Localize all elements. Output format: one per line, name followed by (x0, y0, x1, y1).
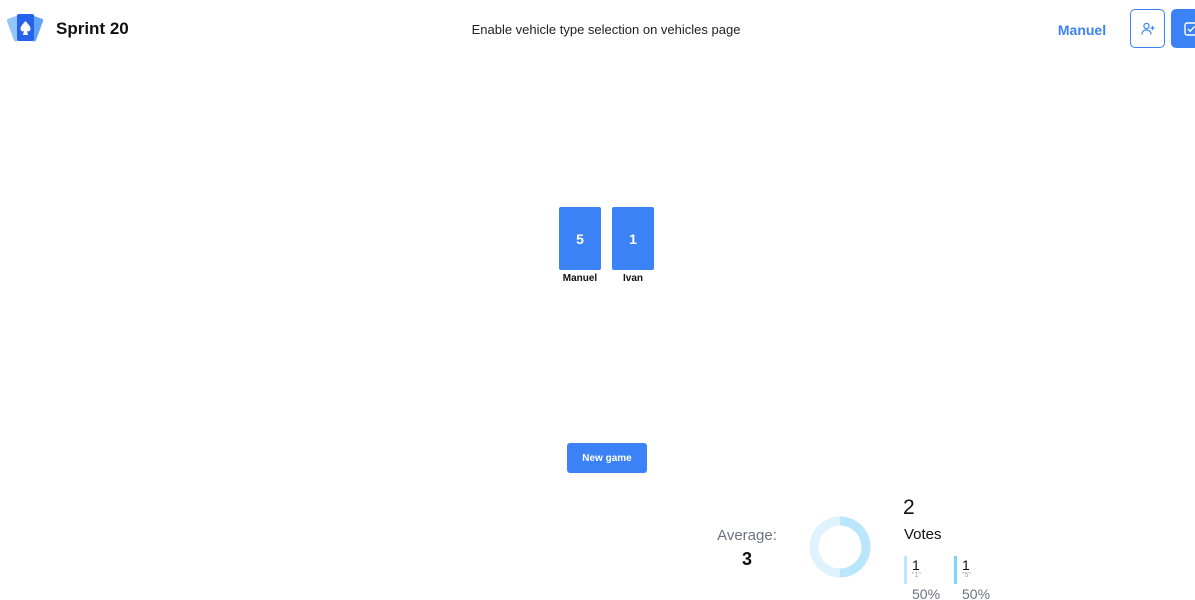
vote-stat-percent: 50% (962, 586, 991, 600)
current-story-title: Enable vehicle type selection on vehicle… (471, 22, 741, 37)
vote-stat-count: 1 (962, 557, 970, 573)
average-label: Average: (717, 527, 777, 544)
vote-stat-bar (904, 556, 907, 584)
vote-stat-key: "1" (912, 572, 921, 579)
votes-count: 2 (903, 496, 915, 519)
vote-stat-key: "5" (962, 572, 971, 579)
vote-stat-percent: 50% (912, 586, 941, 600)
stories-button[interactable] (1171, 9, 1195, 48)
user-name-link[interactable]: Manuel (1040, 22, 1124, 38)
vote-stat: 1 "5" 50% (954, 556, 999, 600)
page: Sprint 20 Enable vehicle type selection … (0, 0, 1195, 600)
player-name: Ivan (622, 273, 643, 284)
votes-label: Votes (904, 526, 942, 543)
player-card-slot: 5 Manuel (559, 207, 601, 284)
revealed-card: 1 (612, 207, 654, 270)
checkbox-icon (1184, 21, 1195, 36)
player-card-slot: 1 Ivan (612, 207, 654, 284)
vote-stat: 1 "1" 50% (904, 556, 949, 600)
revealed-card: 5 (559, 207, 601, 270)
user-plus-icon (1140, 22, 1154, 35)
average-value: 3 (741, 549, 752, 569)
invite-players-button[interactable] (1130, 9, 1165, 48)
vote-stat-bar (954, 556, 957, 584)
vote-stat-count: 1 (912, 557, 920, 573)
new-game-button[interactable]: New game (567, 443, 647, 473)
votes-donut-chart (809, 516, 871, 578)
